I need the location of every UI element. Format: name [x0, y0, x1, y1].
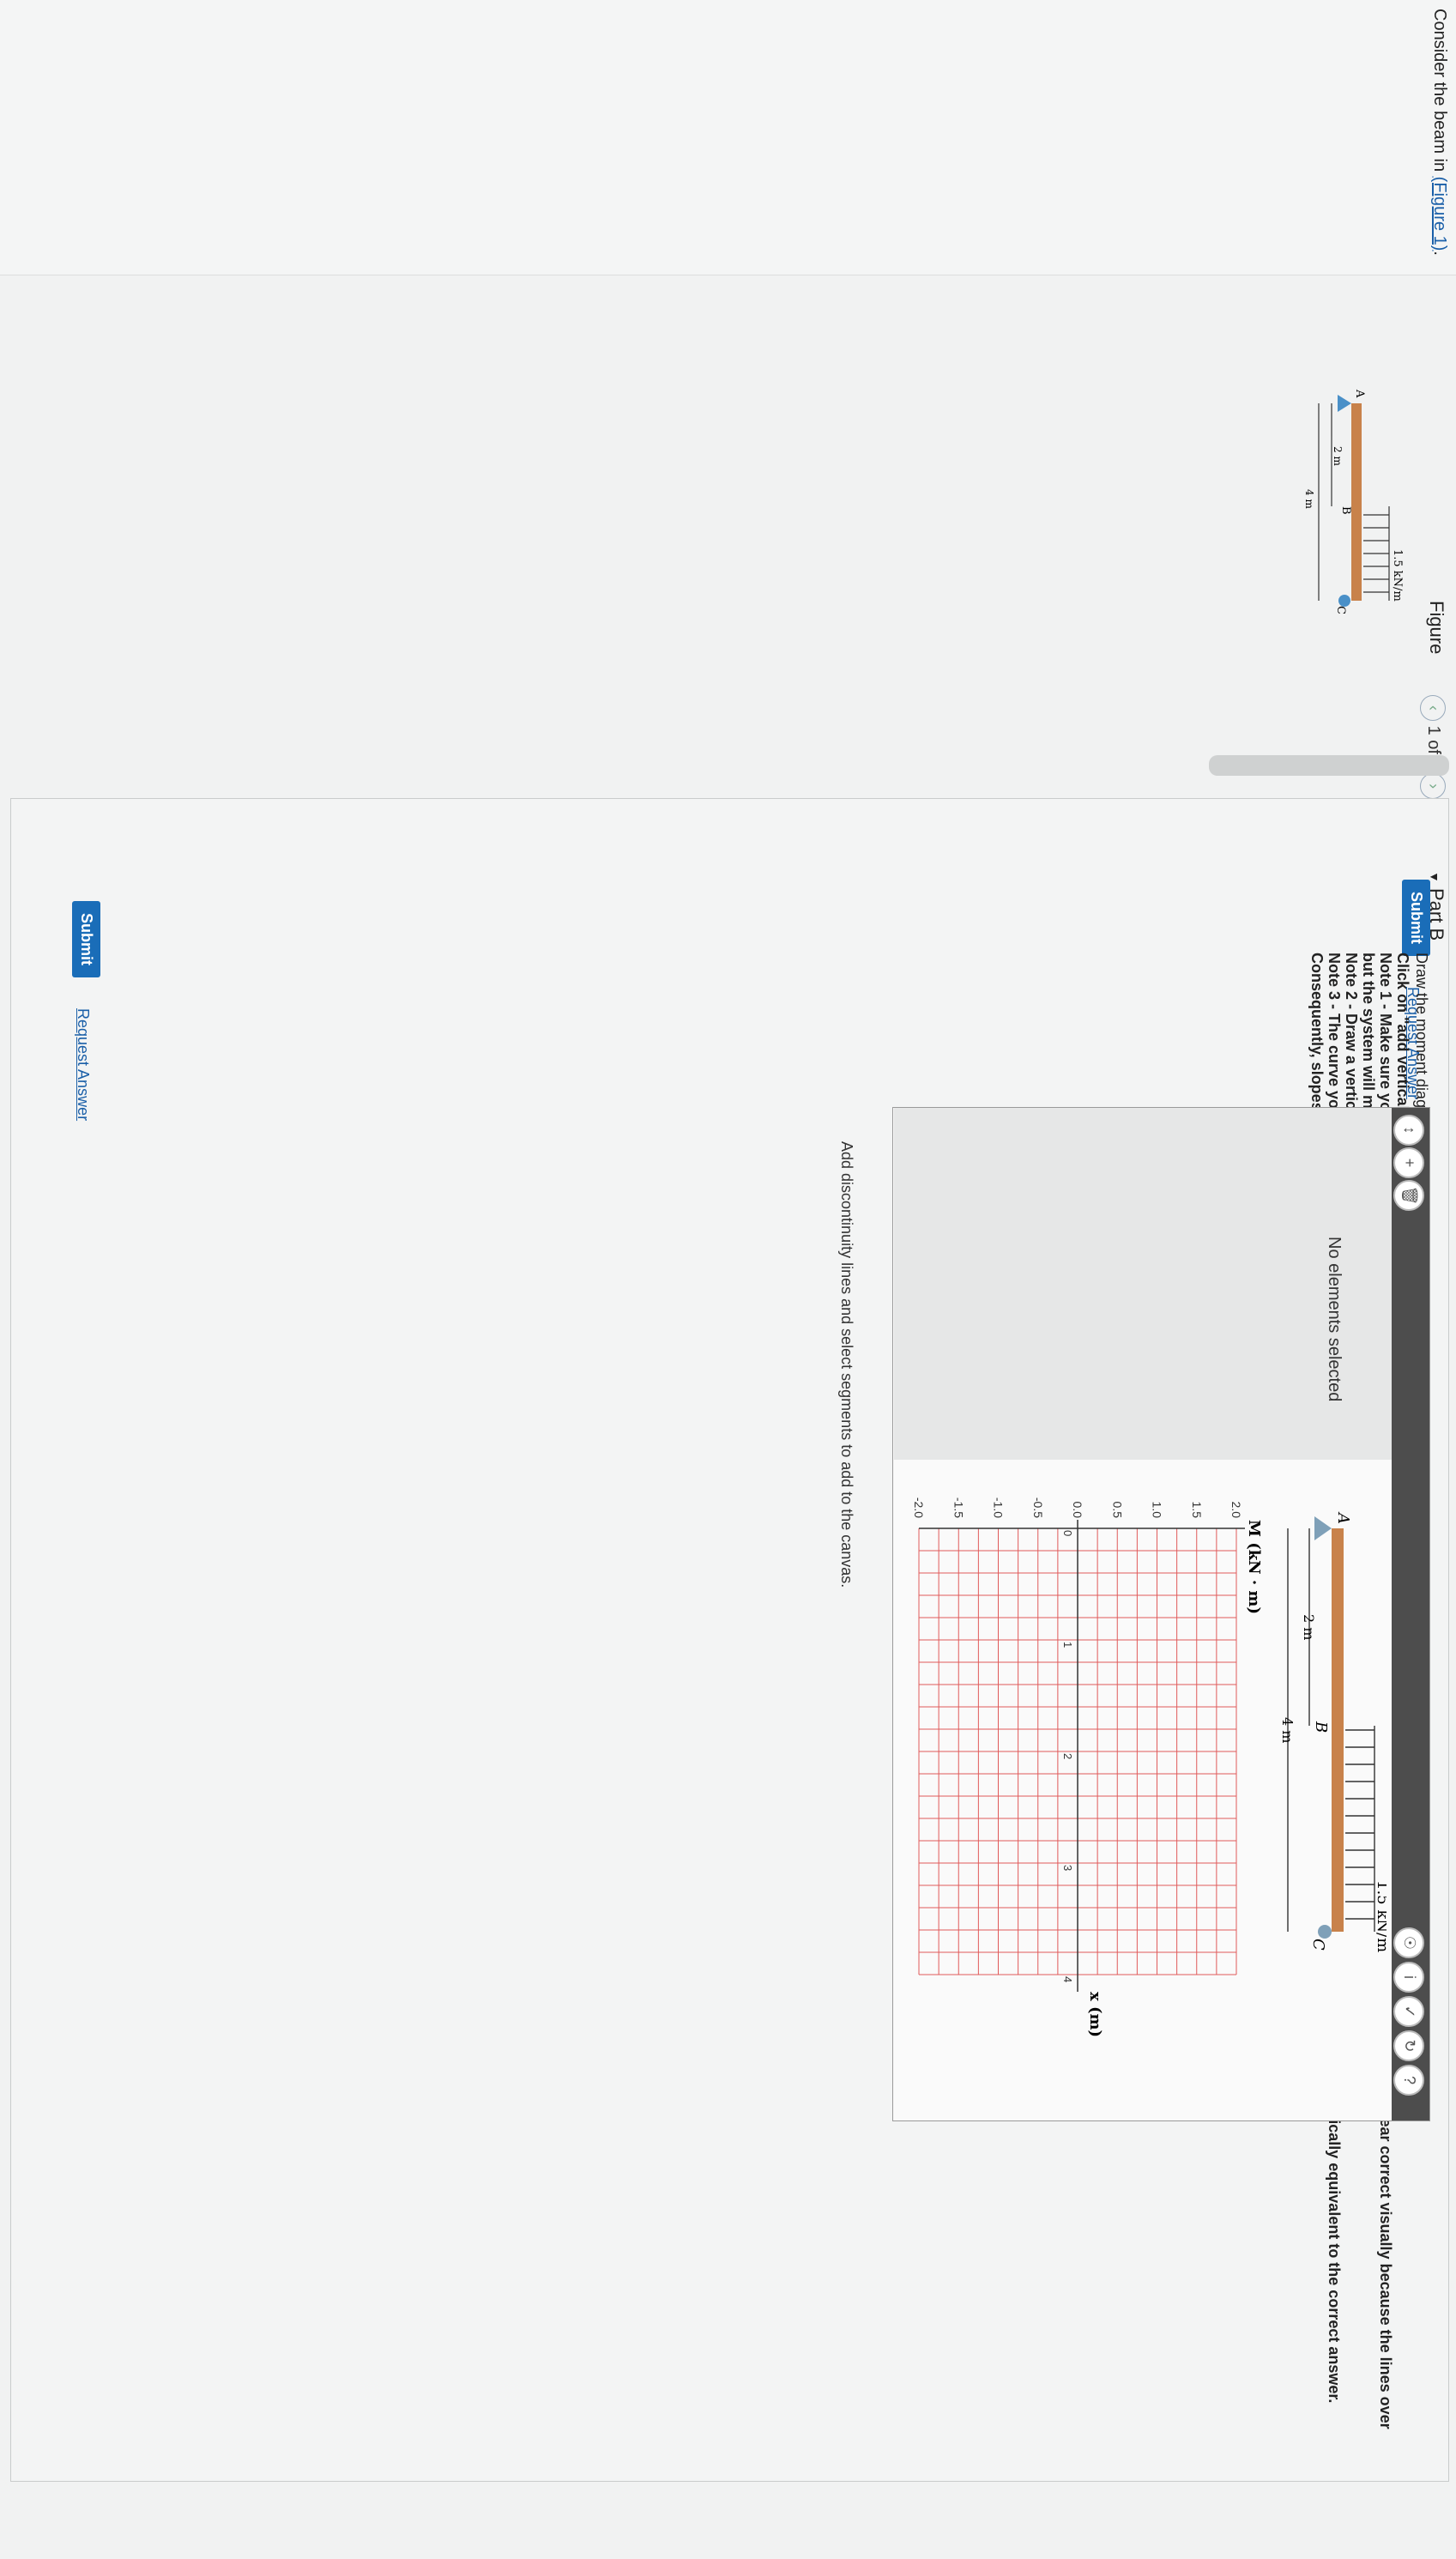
chevron-left-icon[interactable]: ‹ — [1420, 695, 1446, 721]
canvas-dim-ac: 4 m — [1279, 1717, 1296, 1743]
drawing-canvas[interactable]: 1.5 kN/m A B C 2 m 4 m M (kN · m) x (m) … — [906, 1468, 1387, 2112]
intro-prefix: Consider the beam in — [1430, 9, 1449, 172]
bottom-request-answer-link[interactable]: Request Answer — [75, 1008, 92, 1121]
page-stage: Consider the beam in (Figure 1). Figure … — [0, 0, 1456, 2559]
plot-xticks: 0 1 2 3 4 — [1061, 1530, 1074, 1982]
load-label: 1.5 kN/m — [1391, 549, 1404, 602]
ytick-label: 1.0 — [1151, 1502, 1164, 1519]
collapse-caret-icon: ▼ — [1428, 871, 1441, 883]
reset-icon[interactable]: ↻ — [1393, 2030, 1424, 2061]
no-elements-text: No elements selected — [1325, 1237, 1344, 1402]
ytick-label: 0.0 — [1071, 1502, 1084, 1519]
xtick-label: 2 — [1061, 1753, 1074, 1759]
beam-bar — [1351, 403, 1362, 601]
trash-icon[interactable]: 🗑 — [1393, 1180, 1424, 1211]
plot-ylabel: M (kN · m) — [1245, 1520, 1263, 1614]
chevron-right-icon[interactable]: › — [1420, 773, 1446, 800]
figure-pager: ‹ 1 of 1 › — [1420, 695, 1446, 800]
hint-icon[interactable]: ☉ — [1393, 1927, 1424, 1958]
plot-xlabel: x (m) — [1086, 1992, 1104, 2037]
canvas-load-label: 1.5 kN/m — [1374, 1880, 1387, 1952]
canvas-label-a: A — [1334, 1511, 1352, 1524]
bottom-request-wrap: Request Answer — [74, 1008, 92, 1121]
pin-support-icon — [1338, 395, 1351, 412]
canvas-label-c: C — [1309, 1939, 1327, 1951]
ytick-label: 0.5 — [1110, 1502, 1124, 1519]
ytick-label: -2.0 — [912, 1497, 926, 1518]
info-icon[interactable]: i — [1393, 1962, 1424, 1993]
add-segment-icon[interactable]: + — [1393, 1147, 1424, 1178]
figure-beam-diagram: 1.5 kN/m A B C 2 m 4 m — [1303, 389, 1404, 614]
plot-yticks: 2.0 1.5 1.0 0.5 0.0 -0.5 -1.0 -1.5 -2.0 — [912, 1497, 1243, 1518]
canvas-hint: Add discontinuity lines and select segme… — [838, 1141, 855, 1588]
bottom-submit-wrap: Submit — [72, 901, 100, 977]
ytick-label: -1.5 — [952, 1497, 965, 1518]
xtick-label: 4 — [1061, 1976, 1074, 1982]
intro-text: Consider the beam in (Figure 1). — [1429, 9, 1449, 256]
ytick-label: 2.0 — [1229, 1502, 1243, 1519]
figure-label: Figure — [1426, 601, 1447, 655]
canvas-pin-support-icon — [1314, 1516, 1332, 1540]
label-a: A — [1353, 389, 1366, 398]
dim-ab: 2 m — [1332, 446, 1344, 466]
part-title[interactable]: ▼ Part B — [1425, 871, 1447, 941]
figure-scrollbar[interactable] — [1209, 755, 1449, 776]
ytick-label: -1.0 — [992, 1497, 1006, 1518]
xtick-label: 3 — [1061, 1865, 1074, 1871]
canvas-beam: 1.5 kN/m A B C 2 m 4 m — [1279, 1511, 1387, 1952]
left-column — [0, 0, 1456, 275]
help-icon[interactable]: ? — [1393, 2065, 1424, 2096]
drawing-tool: ↕ + 🗑 ☉ i ✓ ↻ ? No elements selected 1.5… — [892, 1107, 1430, 2121]
plot-grid — [918, 1520, 1245, 1992]
ytick-label: -0.5 — [1031, 1497, 1045, 1518]
check-icon[interactable]: ✓ — [1393, 1996, 1424, 2027]
label-b: B — [1339, 506, 1352, 515]
label-c: C — [1334, 606, 1347, 614]
properties-sidebar — [894, 1108, 1392, 1460]
dim-ac: 4 m — [1303, 489, 1315, 509]
figure-link[interactable]: (Figure 1) — [1430, 177, 1449, 251]
roller-support-icon — [1338, 595, 1350, 607]
xtick-label: 0 — [1061, 1530, 1074, 1536]
intro-suffix: . — [1430, 251, 1449, 256]
canvas-roller-support-icon — [1318, 1925, 1332, 1939]
canvas-dim-ab: 2 m — [1301, 1614, 1317, 1640]
canvas-label-b: B — [1312, 1721, 1330, 1733]
bottom-submit-button[interactable]: Submit — [72, 901, 100, 977]
ytick-label: 1.5 — [1190, 1502, 1204, 1519]
add-vertical-line-icon[interactable]: ↕ — [1393, 1115, 1424, 1146]
xtick-label: 1 — [1061, 1642, 1074, 1648]
part-title-text: Part B — [1426, 887, 1447, 941]
